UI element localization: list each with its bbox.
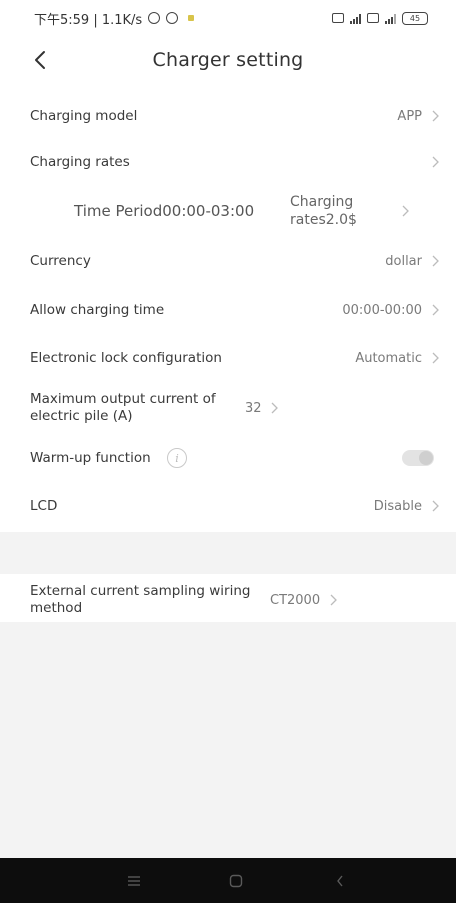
nav-back-button[interactable] bbox=[320, 858, 360, 903]
navigation-bar bbox=[0, 858, 456, 903]
empty-area bbox=[0, 622, 456, 858]
notification-icon bbox=[188, 15, 195, 21]
external-sampling-label: External current sampling wiring method bbox=[30, 583, 251, 616]
home-icon bbox=[229, 874, 243, 887]
lcd-label: LCD bbox=[30, 497, 58, 514]
row-max-output-current[interactable]: Maximum output current of electric pile … bbox=[0, 386, 456, 430]
max-output-current-value: 32 bbox=[245, 400, 262, 416]
signal2-icon bbox=[385, 13, 396, 24]
chevron-right-icon bbox=[430, 303, 440, 317]
chevron-right-icon bbox=[430, 254, 440, 268]
toggle-knob bbox=[419, 451, 433, 465]
status-right: 45 bbox=[332, 11, 428, 25]
chevron-right-icon bbox=[430, 351, 440, 365]
rate-entry[interactable]: Time Period00:00-03:00 Charging rates2.0… bbox=[0, 188, 456, 234]
row-allow-charging-time[interactable]: Allow charging time 00:00-00:00 bbox=[0, 292, 456, 328]
chevron-left-icon bbox=[35, 51, 45, 69]
rate-value: Charging rates2.0$ bbox=[290, 194, 357, 228]
lcd-value: Disable bbox=[373, 498, 422, 514]
charging-rates-label: Charging rates bbox=[30, 153, 130, 170]
section-divider bbox=[0, 532, 456, 574]
signal-icon bbox=[350, 13, 361, 24]
back-icon bbox=[337, 875, 343, 886]
status-bar: 下午5:59 | 1.1K/s 45 bbox=[0, 0, 456, 36]
back-button[interactable] bbox=[26, 46, 54, 74]
nav-menu-button[interactable] bbox=[114, 858, 154, 903]
charging-model-label: Charging model bbox=[30, 107, 138, 124]
status-time: 下午5:59 | 1.1K/s bbox=[34, 12, 143, 28]
charging-model-value: APP bbox=[397, 108, 422, 124]
row-electronic-lock[interactable]: Electronic lock configuration Automatic bbox=[0, 340, 456, 376]
warmup-toggle[interactable] bbox=[402, 450, 434, 466]
alarm-icon bbox=[166, 12, 179, 24]
electronic-lock-label: Electronic lock configuration bbox=[30, 349, 222, 366]
rate-period: Time Period00:00-03:00 bbox=[74, 202, 255, 220]
currency-value: dollar bbox=[385, 253, 422, 269]
status-left: 下午5:59 | 1.1K/s bbox=[34, 9, 195, 28]
chevron-right-icon bbox=[430, 155, 440, 169]
sim2-icon bbox=[367, 13, 379, 23]
row-warmup: Warm-up function i bbox=[0, 440, 456, 476]
menu-icon bbox=[128, 875, 140, 886]
row-charging-model[interactable]: Charging model APP bbox=[0, 98, 456, 134]
chevron-right-icon bbox=[400, 204, 410, 218]
sim-icon bbox=[332, 13, 344, 23]
battery-icon: 45 bbox=[402, 11, 428, 25]
allow-charging-time-label: Allow charging time bbox=[30, 301, 165, 318]
external-sampling-value: CT2000 bbox=[270, 592, 321, 608]
chevron-right-icon bbox=[328, 593, 338, 607]
currency-label: Currency bbox=[30, 252, 91, 269]
chevron-right-icon bbox=[430, 499, 440, 513]
chevron-right-icon bbox=[270, 401, 280, 415]
electronic-lock-value: Automatic bbox=[355, 350, 422, 366]
page-title: Charger setting bbox=[152, 49, 304, 71]
row-lcd[interactable]: LCD Disable bbox=[0, 488, 456, 524]
warmup-label: Warm-up function bbox=[30, 450, 151, 466]
allow-charging-time-value: 00:00-00:00 bbox=[342, 302, 422, 318]
info-icon[interactable]: i bbox=[166, 448, 187, 468]
nav-home-button[interactable] bbox=[216, 858, 256, 903]
chevron-right-icon bbox=[430, 109, 440, 123]
max-output-current-label: Maximum output current of electric pile … bbox=[30, 391, 216, 424]
sync-off-icon bbox=[148, 12, 161, 24]
row-charging-rates[interactable]: Charging rates bbox=[0, 144, 456, 180]
header: Charger setting bbox=[0, 38, 456, 82]
row-currency[interactable]: Currency dollar bbox=[0, 243, 456, 279]
warmup-label-wrap: Warm-up function i bbox=[30, 448, 402, 468]
row-external-sampling[interactable]: External current sampling wiring method … bbox=[0, 578, 456, 622]
